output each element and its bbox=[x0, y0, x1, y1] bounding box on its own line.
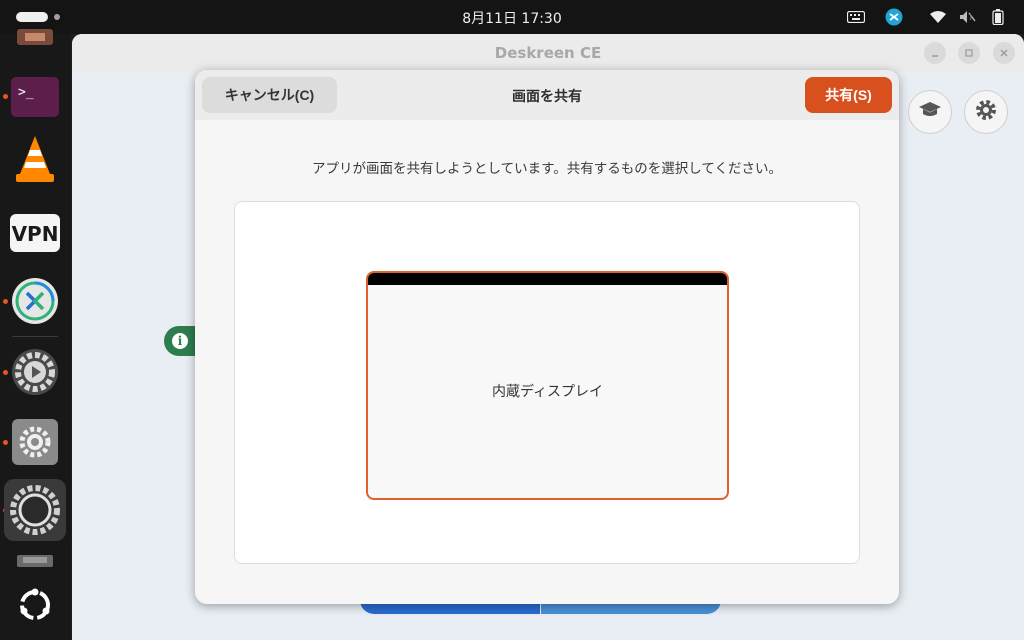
running-indicator bbox=[3, 94, 8, 99]
running-indicator bbox=[3, 299, 8, 304]
graduation-cap-icon bbox=[918, 100, 942, 124]
clock[interactable]: 8月11日 17:30 bbox=[0, 8, 1024, 28]
dock-separator bbox=[12, 336, 58, 337]
dialog-title: 画面を共有 bbox=[512, 89, 582, 105]
top-bar: 8月11日 17:30 bbox=[0, 0, 1024, 34]
dock-app-partial-bottom[interactable] bbox=[10, 550, 60, 570]
volume-muted-icon[interactable] bbox=[958, 9, 978, 25]
tutorial-button[interactable] bbox=[908, 90, 952, 134]
source-item-builtin-display[interactable]: 内蔵ディスプレイ bbox=[366, 271, 729, 500]
dock-app-settings[interactable] bbox=[10, 417, 60, 467]
svg-text:VPN: VPN bbox=[12, 222, 59, 246]
running-indicator bbox=[3, 440, 8, 445]
battery-icon[interactable] bbox=[988, 9, 1008, 25]
window-title: Deskreen CE bbox=[494, 44, 602, 62]
dock-app-terminal[interactable]: >_ bbox=[10, 72, 60, 122]
wifi-icon[interactable] bbox=[928, 9, 948, 25]
source-list: 内蔵ディスプレイ bbox=[234, 201, 860, 564]
svg-text:>_: >_ bbox=[18, 85, 34, 100]
dock-app-vlc[interactable] bbox=[10, 134, 60, 184]
dialog-instructions: アプリが画面を共有しようとしています。共有するものを選択してください。 bbox=[312, 161, 782, 177]
maximize-button[interactable] bbox=[958, 42, 980, 64]
share-button[interactable]: 共有(S) bbox=[805, 77, 892, 113]
dock-app-partial-top[interactable] bbox=[10, 24, 60, 54]
remote-desktop-icon[interactable] bbox=[884, 8, 904, 26]
window-titlebar[interactable]: Deskreen CE bbox=[72, 34, 1024, 72]
source-item-label: 内蔵ディスプレイ bbox=[491, 384, 604, 400]
running-indicator bbox=[3, 370, 8, 375]
gear-icon bbox=[974, 98, 998, 126]
dock-app-settings-video[interactable] bbox=[10, 347, 60, 397]
show-apps-icon[interactable] bbox=[10, 580, 60, 630]
share-screen-dialog: キャンセル(C) 画面を共有 共有(S) アプリが画面を共有しようとしています。… bbox=[195, 70, 899, 604]
settings-button[interactable] bbox=[964, 90, 1008, 134]
dock-app-vpn[interactable]: VPN bbox=[10, 208, 60, 258]
display-preview-bar bbox=[368, 273, 727, 285]
dock-app-remote-desktop[interactable] bbox=[10, 276, 60, 326]
close-button[interactable] bbox=[993, 42, 1015, 64]
keyboard-icon[interactable] bbox=[846, 9, 866, 25]
dialog-header: キャンセル(C) 画面を共有 共有(S) bbox=[195, 70, 899, 120]
info-icon: i bbox=[172, 333, 188, 349]
dock: >_ VPN bbox=[0, 29, 71, 640]
minimize-button[interactable] bbox=[924, 42, 946, 64]
dock-app-deskreen[interactable] bbox=[10, 485, 60, 535]
